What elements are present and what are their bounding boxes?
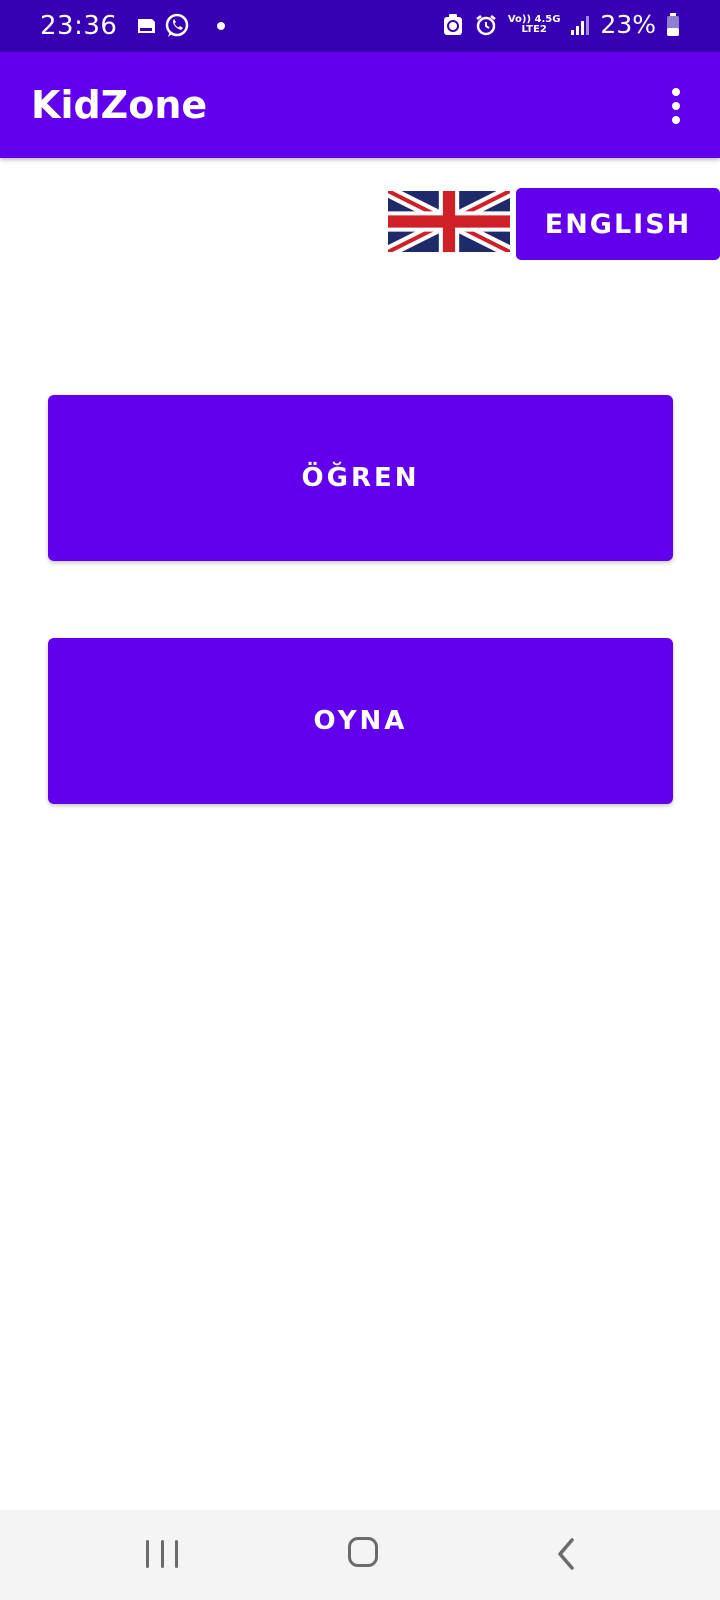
learn-button[interactable]: ÖĞREN <box>48 395 673 561</box>
battery-percentage: 23% <box>600 10 656 39</box>
app-title: KidZone <box>31 83 208 127</box>
menu-dot <box>672 116 680 124</box>
signal-icon <box>571 15 590 35</box>
whatsapp-icon <box>165 13 189 37</box>
recycle-icon <box>443 13 462 35</box>
recent-line <box>160 1540 164 1568</box>
navigation-bar <box>0 1510 720 1600</box>
notification-dot <box>217 22 225 30</box>
uk-flag-icon <box>388 191 510 252</box>
more-vert-icon[interactable] <box>668 88 684 124</box>
status-left-icons <box>134 13 190 39</box>
recent-line <box>146 1540 149 1568</box>
english-language-button[interactable]: ENGLISH <box>516 188 720 260</box>
menu-dot <box>672 88 680 96</box>
status-bar: 23:36 Vo)) 4.5G LTE2 23% <box>0 0 720 52</box>
play-button[interactable]: OYNA <box>48 638 673 804</box>
recent-apps-icon[interactable] <box>146 1540 178 1568</box>
recent-line <box>175 1540 178 1568</box>
battery-icon <box>667 12 679 36</box>
alarm-icon <box>476 14 496 35</box>
lte-label: LTE2 <box>521 23 547 35</box>
volte-label: Vo)) 4.5G <box>507 13 561 25</box>
menu-dot <box>672 102 680 110</box>
status-right-icons: Vo)) 4.5G LTE2 23% <box>442 10 680 39</box>
network-type-icon: Vo)) 4.5G LTE2 <box>507 13 561 35</box>
status-time: 23:36 <box>40 11 118 41</box>
sim-card-icon <box>138 19 155 33</box>
app-bar: KidZone <box>0 52 720 158</box>
home-icon[interactable] <box>348 1537 378 1567</box>
back-icon[interactable] <box>554 1536 578 1572</box>
